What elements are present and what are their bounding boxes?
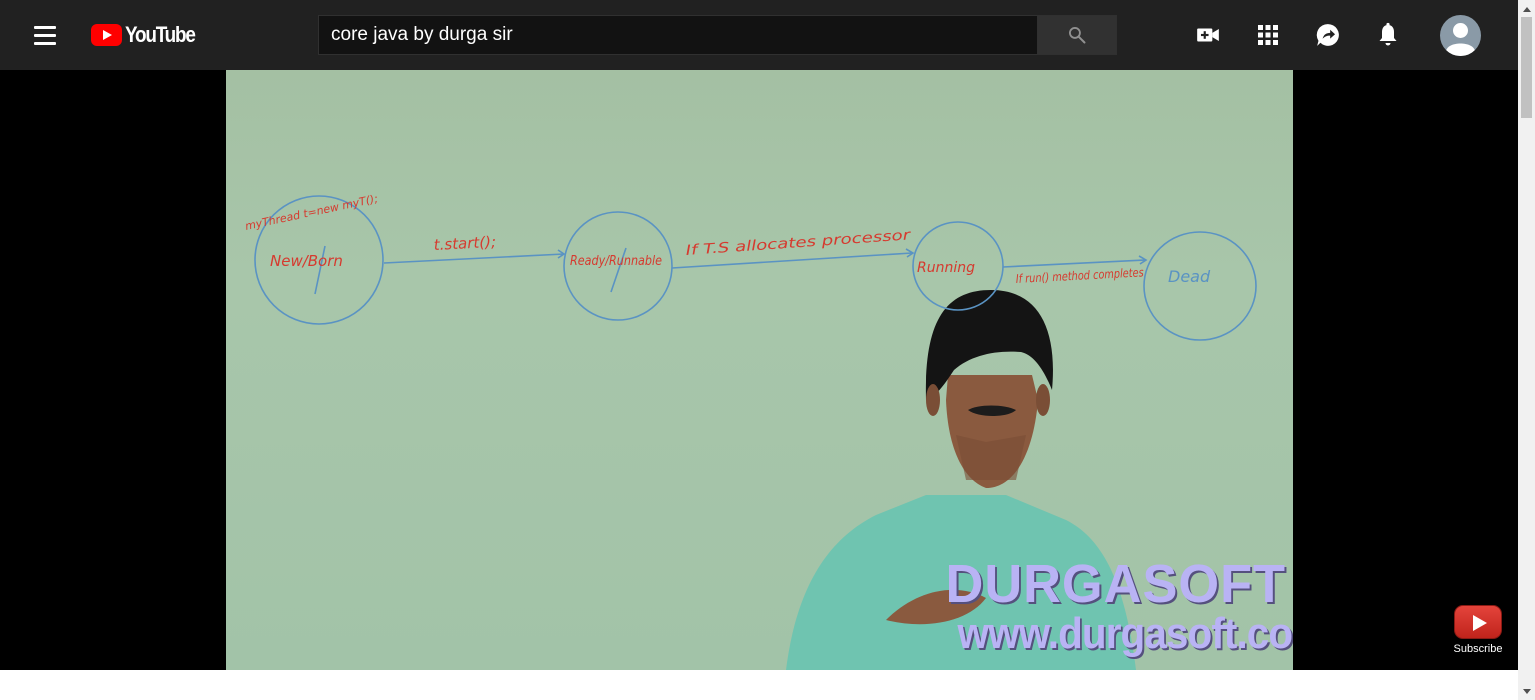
notifications-bell-icon <box>1379 22 1397 46</box>
search-box <box>318 15 1037 55</box>
watermark-brand: DURGASOFT <box>945 554 1286 614</box>
page-scrollbar[interactable] <box>1518 0 1535 700</box>
watermark-url: www.durgasoft.com <box>957 609 1293 658</box>
search-button[interactable] <box>1037 15 1117 55</box>
youtube-logo-text: YouTube <box>125 22 196 47</box>
account-avatar-button[interactable] <box>1440 15 1481 56</box>
youtube-watch-page: YouTube core java by durga sir New/Born … <box>0 0 1535 700</box>
label-dead: Dead <box>1168 267 1211 286</box>
state-dead-circle <box>1143 231 1257 341</box>
scroll-up-icon[interactable] <box>1518 0 1535 17</box>
video-player: New/Born Ready/Runnable Running Dead myT… <box>0 70 1518 670</box>
label-ready: Ready/Runnable <box>570 254 662 269</box>
note-allocate: If T.S allocates processor <box>685 227 912 259</box>
youtube-logo[interactable]: YouTube <box>91 22 206 48</box>
messages-button[interactable] <box>1308 15 1348 55</box>
label-newborn: New/Born <box>270 252 343 270</box>
search-icon <box>1069 26 1086 44</box>
apps-button[interactable] <box>1248 15 1288 55</box>
notifications-button[interactable] <box>1368 15 1408 55</box>
hamburger-menu-icon[interactable] <box>25 15 65 55</box>
note-complete: If run() method completes <box>1015 265 1144 286</box>
subscribe-watermark-button[interactable]: Subscribe <box>1452 605 1504 655</box>
note-start: t.start(); <box>433 233 496 254</box>
scrollbar-thumb[interactable] <box>1521 17 1532 118</box>
search-input[interactable] <box>331 24 1025 46</box>
messages-icon <box>1316 24 1339 46</box>
subscribe-play-icon <box>1454 605 1502 639</box>
arrow-start <box>383 253 565 264</box>
subscribe-label: Subscribe <box>1453 643 1503 655</box>
create-video-button[interactable] <box>1188 15 1228 55</box>
note-creation: myThread t=new myT(); <box>244 192 379 233</box>
account-avatar-icon <box>1446 23 1475 56</box>
scroll-down-icon[interactable] <box>1518 683 1535 700</box>
youtube-play-logo-icon <box>91 24 122 46</box>
label-running: Running <box>917 260 975 276</box>
apps-grid-icon <box>1258 25 1278 45</box>
video-frame[interactable]: New/Born Ready/Runnable Running Dead myT… <box>226 70 1293 670</box>
durgasoft-watermark: DURGASOFT www.durgasoft.com <box>929 554 1293 658</box>
create-video-icon <box>1197 28 1219 42</box>
masthead: YouTube <box>0 0 1518 70</box>
